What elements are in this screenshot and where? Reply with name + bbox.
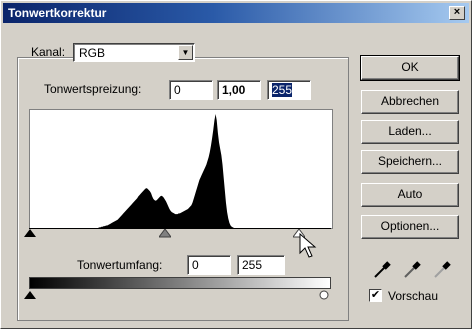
window-title: Tonwertkorrektur <box>8 6 107 20</box>
options-button[interactable]: Optionen... <box>361 215 459 239</box>
input-white-value: 255 <box>272 83 293 97</box>
auto-button[interactable]: Auto <box>361 183 459 207</box>
input-slider-track[interactable] <box>29 228 331 229</box>
output-gradient-bar <box>29 277 331 289</box>
channel-label: Kanal: <box>31 45 66 59</box>
input-levels-label: Tonwertspreizung: <box>44 82 142 96</box>
title-bar[interactable]: Tonwertkorrektur × <box>3 3 469 23</box>
channel-value: RGB <box>79 46 106 60</box>
input-white-field[interactable]: 255 <box>267 80 311 100</box>
output-black-slider[interactable] <box>24 291 36 300</box>
input-gamma-field[interactable]: 1,00 <box>217 80 261 100</box>
gray-eyedropper-icon[interactable] <box>401 259 423 281</box>
cancel-button[interactable]: Abbrechen <box>361 90 459 114</box>
preview-checkbox[interactable]: ✔ <box>369 289 382 302</box>
ok-button[interactable]: OK <box>360 55 460 81</box>
output-black-field[interactable]: 0 <box>187 255 231 275</box>
input-black-slider[interactable] <box>24 229 36 238</box>
mouse-cursor-icon <box>299 233 317 258</box>
output-white-field[interactable]: 255 <box>237 255 285 275</box>
chevron-down-icon[interactable]: ▼ <box>178 45 193 60</box>
preview-label: Vorschau <box>388 289 439 303</box>
histogram <box>29 109 333 229</box>
black-eyedropper-icon[interactable] <box>371 259 393 281</box>
save-button[interactable]: Speichern... <box>361 150 459 174</box>
channel-select[interactable]: RGB ▼ <box>73 43 195 62</box>
input-black-field[interactable]: 0 <box>169 80 213 100</box>
white-eyedropper-icon[interactable] <box>431 259 453 281</box>
close-button[interactable]: × <box>449 6 465 20</box>
histogram-area <box>30 114 332 228</box>
load-button[interactable]: Laden... <box>361 120 459 144</box>
input-gamma-slider[interactable] <box>159 229 171 238</box>
levels-dialog: Tonwertkorrektur × Kanal: RGB ▼ Tonwerts… <box>0 0 472 329</box>
output-levels-label: Tonwertumfang: <box>77 258 163 272</box>
histogram-chart <box>30 114 332 228</box>
output-white-slider[interactable] <box>318 290 330 300</box>
